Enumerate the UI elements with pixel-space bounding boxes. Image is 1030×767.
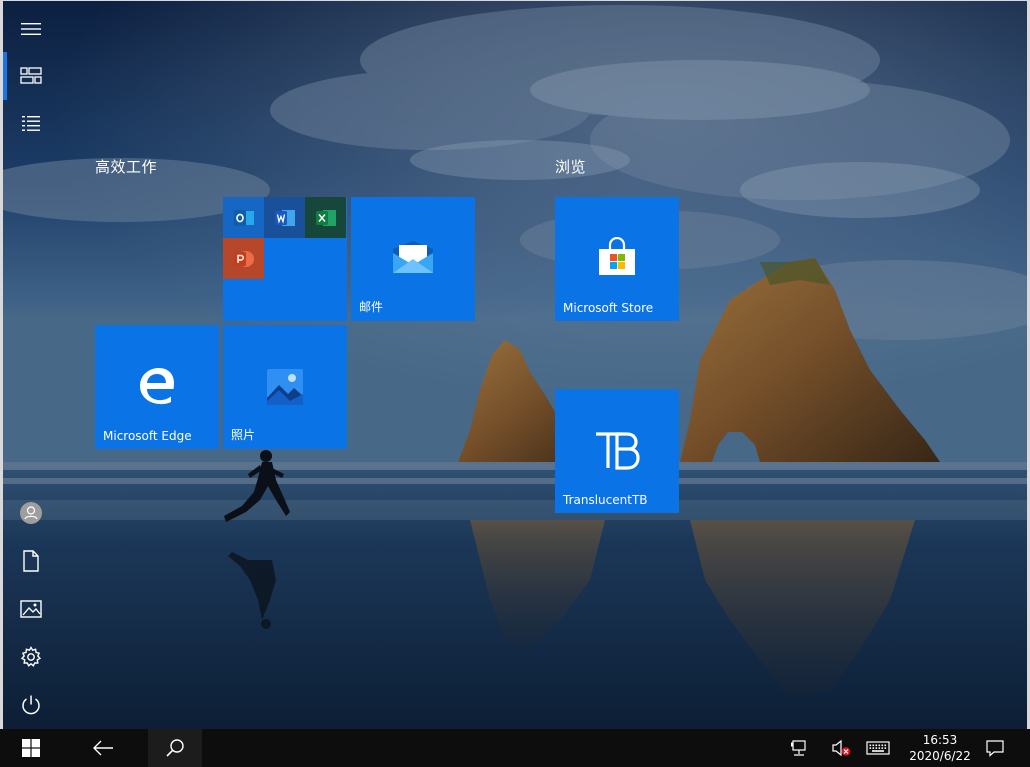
- settings-gear-icon: [20, 646, 42, 667]
- excel-icon: [315, 209, 336, 226]
- back-arrow-icon: [93, 740, 113, 756]
- keyboard-icon: [866, 741, 890, 755]
- start-left-rail: [3, 0, 59, 729]
- start-button[interactable]: [8, 729, 54, 767]
- clock-date: 2020/6/22: [909, 749, 971, 763]
- pictures-button[interactable]: [3, 585, 59, 633]
- mail-envelope-icon: [393, 241, 433, 273]
- microsoft-store-bag-icon: [599, 237, 635, 275]
- microsoft-store-tile[interactable]: Microsoft Store: [555, 197, 679, 321]
- pictures-icon: [20, 600, 42, 618]
- power-button[interactable]: [3, 681, 59, 729]
- taskbar-clock[interactable]: 16:53 2020/6/22: [900, 732, 980, 764]
- outlook-icon: [233, 209, 254, 226]
- touch-keyboard-button[interactable]: [862, 729, 894, 767]
- powerpoint-icon: [233, 250, 254, 267]
- volume-muted-icon: [832, 739, 851, 757]
- mail-tile-label: 邮件: [359, 300, 384, 314]
- microsoft-edge-tile-label: Microsoft Edge: [103, 429, 192, 443]
- edge-legacy-icon: [140, 368, 174, 405]
- search-button[interactable]: [148, 729, 202, 767]
- group-title-browse[interactable]: 浏览: [555, 156, 586, 177]
- tiles-view-icon: [20, 67, 42, 84]
- windows-logo-icon: [22, 739, 40, 757]
- back-button[interactable]: [80, 729, 126, 767]
- volume-tray-button[interactable]: [826, 729, 856, 767]
- word-icon: [274, 209, 295, 226]
- hamburger-menu-icon: [21, 23, 41, 35]
- photos-tile-label: 照片: [231, 428, 256, 442]
- documents-button[interactable]: [3, 537, 59, 585]
- office-apps-folder-tile[interactable]: [223, 197, 347, 321]
- desktop-screen: 高效工作 浏览 邮件 Microsoft Store Microsoft Edg…: [0, 0, 1030, 767]
- clock-time: 16:53: [922, 733, 958, 747]
- search-icon: [166, 739, 184, 757]
- microsoft-edge-tile[interactable]: Microsoft Edge: [95, 325, 219, 449]
- translucenttb-tile[interactable]: TranslucentTB: [555, 389, 679, 513]
- taskbar: 16:53 2020/6/22: [0, 729, 1030, 767]
- network-tray-button[interactable]: [784, 729, 814, 767]
- photos-tile[interactable]: 照片: [223, 325, 347, 449]
- powerpoint-mini-tile[interactable]: [223, 238, 264, 279]
- notification-speech-bubble-icon: [986, 740, 1004, 757]
- translucenttb-icon: [596, 432, 640, 470]
- documents-icon: [23, 550, 39, 572]
- photos-icon: [267, 369, 303, 405]
- network-ethernet-icon: [791, 740, 806, 756]
- group-title-productivity[interactable]: 高效工作: [95, 156, 157, 177]
- word-mini-tile[interactable]: [264, 197, 305, 238]
- tiles-view-button[interactable]: [3, 52, 59, 100]
- outlook-mini-tile[interactable]: [223, 197, 264, 238]
- excel-mini-tile[interactable]: [305, 197, 346, 238]
- microsoft-store-tile-label: Microsoft Store: [563, 301, 654, 315]
- hamburger-menu-button[interactable]: [3, 5, 59, 53]
- user-avatar-icon: [20, 502, 42, 524]
- all-apps-list-icon: [22, 116, 40, 131]
- mail-tile[interactable]: 邮件: [351, 197, 475, 321]
- power-icon: [22, 695, 40, 715]
- all-apps-list-button[interactable]: [3, 100, 59, 148]
- action-center-button[interactable]: [980, 729, 1010, 767]
- translucenttb-tile-label: TranslucentTB: [563, 493, 648, 507]
- settings-button[interactable]: [3, 633, 59, 681]
- user-account-button[interactable]: [3, 489, 59, 537]
